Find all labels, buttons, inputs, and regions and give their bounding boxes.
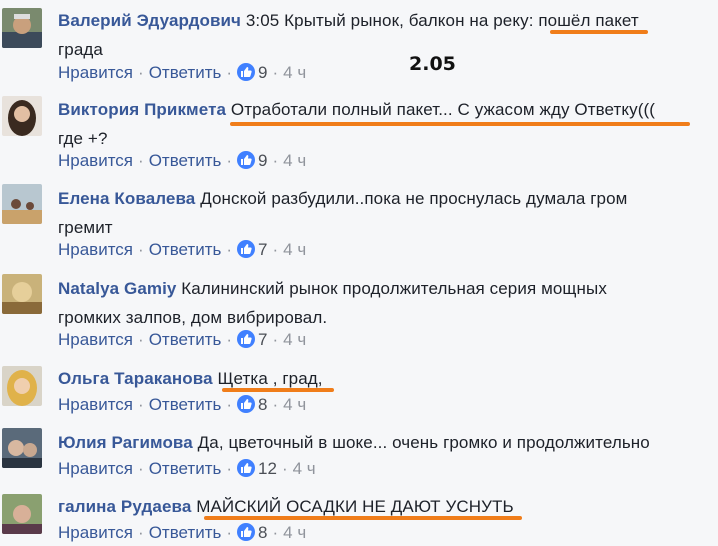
like-count[interactable]: 9 — [258, 63, 267, 82]
like-link[interactable]: Нравится — [58, 151, 133, 170]
timestamp[interactable]: 4 ч — [283, 240, 306, 259]
reply-link[interactable]: Ответить — [149, 395, 222, 414]
comment-body-highlighted: : пошёл пакет — [528, 11, 639, 30]
like-link[interactable]: Нравится — [58, 63, 133, 82]
marker-underline — [230, 122, 690, 126]
like-thumb-icon[interactable] — [237, 63, 256, 81]
like-link[interactable]: Нравится — [58, 240, 133, 259]
timestamp[interactable]: 4 ч — [283, 395, 306, 414]
author-name[interactable]: Natalya Gamiy — [58, 279, 176, 298]
comment-actions: Нравится · Ответить · 9 · 4 ч — [58, 151, 307, 170]
like-link[interactable]: Нравится — [58, 459, 133, 478]
like-count[interactable]: 9 — [258, 151, 267, 170]
avatar[interactable] — [2, 8, 42, 48]
like-count[interactable]: 8 — [258, 523, 267, 542]
reply-link[interactable]: Ответить — [149, 240, 222, 259]
like-thumb-icon[interactable] — [237, 151, 256, 169]
avatar[interactable] — [2, 96, 42, 136]
author-name[interactable]: Елена Ковалева — [58, 189, 195, 208]
comment-body-highlighted: Отработали полный пакет... С ужасом жду … — [230, 100, 656, 119]
comment-actions: Нравится · Ответить · 8 · 4 ч — [58, 523, 307, 542]
timestamp[interactable]: 4 ч — [283, 63, 306, 82]
like-thumb-icon[interactable] — [237, 459, 256, 477]
timestamp[interactable]: 4 ч — [283, 523, 306, 542]
like-count[interactable]: 12 — [258, 459, 277, 478]
like-thumb-icon[interactable] — [237, 330, 256, 348]
comment-actions: Нравится · Ответить · 8 · 4 ч — [58, 395, 307, 414]
comment-text: Юлия Рагимова Да, цветочный в шоке... оч… — [58, 428, 708, 457]
avatar[interactable] — [2, 366, 42, 406]
timestamp[interactable]: 4 ч — [283, 330, 306, 349]
marker-underline — [550, 30, 648, 34]
comment-text: Ольга Тараканова Щетка , град, — [58, 364, 708, 393]
author-name[interactable]: Виктория Прикмета — [58, 100, 226, 119]
comment-actions: Нравится · Ответить · 12 · 4 ч — [58, 459, 316, 478]
author-name[interactable]: Валерий Эдуардович — [58, 11, 241, 30]
comment-body-highlighted: МАЙСКИЙ ОСАДКИ НЕ ДАЮТ УСНУТЬ — [196, 497, 514, 516]
timestamp[interactable]: 4 ч — [283, 151, 306, 170]
like-count[interactable]: 7 — [258, 240, 267, 259]
avatar[interactable] — [2, 184, 42, 224]
comment-body-continued: града — [58, 40, 103, 59]
comment-actions: Нравится · Ответить · 7 · 4 ч — [58, 330, 307, 349]
comment-body-continued: где +? — [58, 129, 108, 148]
comment-actions: Нравится · Ответить · 7 · 4 ч — [58, 240, 307, 259]
like-link[interactable]: Нравится — [58, 395, 133, 414]
author-name[interactable]: Ольга Тараканова — [58, 369, 213, 388]
reply-link[interactable]: Ответить — [149, 459, 222, 478]
author-name[interactable]: галина Рудаева — [58, 497, 191, 516]
comment-text: Natalya Gamiy Калининский рынок продолжи… — [58, 274, 658, 332]
reply-link[interactable]: Ответить — [149, 523, 222, 542]
like-link[interactable]: Нравится — [58, 523, 133, 542]
author-name[interactable]: Юлия Рагимова — [58, 433, 193, 452]
comment-text: Валерий Эдуардович 3:05 Крытый рынок, ба… — [58, 6, 708, 64]
comment-body: Да, цветочный в шоке... очень громко и п… — [192, 433, 650, 452]
comment-actions: Нравится · Ответить · 9 · 4 ч — [58, 63, 307, 82]
like-link[interactable]: Нравится — [58, 330, 133, 349]
reply-link[interactable]: Ответить — [149, 151, 222, 170]
avatar[interactable] — [2, 428, 42, 468]
avatar[interactable] — [2, 494, 42, 534]
like-thumb-icon[interactable] — [237, 395, 256, 413]
timestamp[interactable]: 4 ч — [293, 459, 316, 478]
reply-link[interactable]: Ответить — [149, 330, 222, 349]
comment-body-highlighted: Щетка , град, — [217, 369, 323, 388]
like-thumb-icon[interactable] — [237, 240, 256, 258]
comment-text: Елена Ковалева Донской разбудили..пока н… — [58, 184, 678, 242]
comment-body: 3:05 Крытый рынок, балкон на реку — [241, 11, 529, 30]
like-thumb-icon[interactable] — [237, 523, 256, 541]
like-count[interactable]: 7 — [258, 330, 267, 349]
reply-link[interactable]: Ответить — [149, 63, 222, 82]
avatar[interactable] — [2, 274, 42, 314]
like-count[interactable]: 8 — [258, 395, 267, 414]
